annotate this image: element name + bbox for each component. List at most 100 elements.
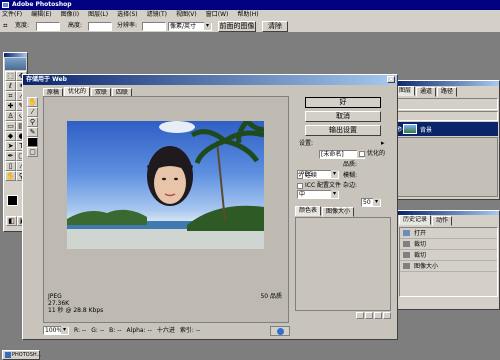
optimized-checkbox-box (359, 150, 365, 157)
menu-bar: 文件(F) 编辑(E) 图像(I) 图层(L) 选择(S) 滤镜(T) 视图(V) 窗口(W)… (0, 10, 500, 19)
pen-tool-icon[interactable]: ✒ (5, 151, 16, 161)
progressive-checkbox[interactable]: ✓ 连续 (297, 171, 317, 180)
foreground-color-swatch[interactable] (7, 195, 18, 206)
color-web-icon[interactable] (365, 312, 373, 319)
app-title: Adobe Photoshop (12, 1, 72, 8)
cancel-button[interactable]: 取消 (305, 111, 381, 122)
blur-tool-icon[interactable]: ◆ (5, 131, 16, 141)
units-select[interactable]: 像素/英寸 (168, 22, 212, 31)
height-field[interactable] (88, 22, 112, 31)
menu-file[interactable]: 文件(F) (2, 11, 22, 18)
blur-label: 模糊: (343, 172, 358, 179)
marquee-tool-icon[interactable]: ⬚ (5, 71, 16, 81)
tab-image-size[interactable]: 图像大小 (322, 207, 355, 217)
dialog-close-icon[interactable]: × (387, 76, 395, 83)
tab-history[interactable]: 历史记录 (399, 215, 432, 225)
lasso-tool-icon[interactable]: ℓ (5, 81, 16, 91)
height-label: 高度: (68, 22, 83, 29)
info-format: JPEG (48, 293, 62, 300)
dialog-eyedropper-icon[interactable]: ✎ (27, 127, 38, 137)
layer-lock-row (395, 111, 498, 121)
menu-select[interactable]: 选择(S) (117, 11, 138, 18)
options-bar: ⌗ 宽度: 高度: 分辨率: 像素/英寸 前面的图像 清除 (0, 19, 500, 33)
optimized-checkbox[interactable]: 优化的 (359, 149, 385, 158)
dialog-zoom-icon[interactable]: ⚲ (27, 117, 38, 127)
crop-icon: ⌗ (3, 21, 8, 30)
layer-thumbnail (403, 124, 417, 134)
toolbox-title (4, 53, 27, 57)
history-item[interactable]: 图像大小 (400, 261, 497, 272)
ok-button[interactable]: 好 (305, 97, 381, 108)
tab-layers[interactable]: 图层 (395, 86, 416, 96)
quality-preset-select[interactable]: 中 (297, 190, 339, 199)
dialog-status-bar: 100% R: -- G: -- B: -- Alpha: -- 十六进 索引:… (43, 326, 289, 337)
tab-channels[interactable]: 通道 (416, 87, 437, 97)
layer-name: 背景 (420, 126, 433, 134)
toolbox-logo (5, 58, 26, 70)
quality-label: 品质: (343, 161, 358, 168)
zoom-select[interactable]: 100% (43, 326, 69, 335)
notes-tool-icon[interactable]: ▯ (5, 161, 16, 171)
dialog-slice-icon[interactable]: ⁄ (27, 107, 38, 117)
menu-edit[interactable]: 编辑(E) (31, 11, 51, 18)
resolution-label: 分辨率: (117, 22, 138, 29)
save-for-web-dialog: 存储用于 Web × ✋ ⁄ ⚲ ✎ ▢ 原稿 优化的 双联 四联 JPEG 2… (22, 74, 398, 340)
layers-empty-area (395, 137, 498, 197)
color-new-icon[interactable] (374, 312, 382, 319)
menu-window[interactable]: 窗口(W) (206, 11, 229, 18)
path-select-tool-icon[interactable]: ➤ (5, 141, 16, 151)
width-field[interactable] (36, 22, 60, 31)
eraser-tool-icon[interactable]: ▭ (5, 121, 16, 131)
tab-paths[interactable]: 路径 (437, 87, 458, 97)
quality-field[interactable]: 50 (361, 198, 381, 207)
icc-profile-checkbox[interactable]: ICC 配置文件 (297, 181, 341, 190)
layer-options-row (395, 98, 498, 110)
taskbar-button[interactable]: PHOTOSH... (2, 350, 41, 360)
beach-scene (67, 121, 264, 249)
dialog-hand-icon[interactable]: ✋ (27, 97, 38, 107)
color-table-area (295, 217, 391, 311)
menu-filter[interactable]: 滤镜(T) (147, 11, 167, 18)
history-step-icon (403, 263, 410, 269)
matte-label: 杂边: (343, 182, 358, 189)
photoshop-taskbar-icon (5, 352, 11, 358)
menu-help[interactable]: 帮助(H) (237, 11, 258, 18)
preview-image (67, 121, 264, 249)
tab-color-table[interactable]: 颜色表 (295, 206, 322, 216)
menu-view[interactable]: 视图(V) (176, 11, 197, 18)
dialog-toggle-slices-icon[interactable]: ▢ (27, 147, 38, 157)
app-title-bar: Adobe Photoshop (0, 0, 500, 10)
clear-button[interactable]: 清除 (262, 21, 288, 32)
color-lock-icon[interactable] (356, 312, 364, 319)
readout-g: G: -- (91, 327, 105, 334)
layers-panel: 图层 通道 路径 👁 背景 (393, 80, 500, 200)
resolution-field[interactable] (142, 22, 166, 31)
history-item[interactable]: 打开 (400, 228, 497, 239)
dialog-title-bar: 存储用于 Web × (23, 75, 397, 85)
layer-row-background[interactable]: 👁 背景 (395, 122, 498, 136)
history-item[interactable]: 裁切 (400, 250, 497, 261)
hand-tool-icon[interactable]: ✋ (5, 171, 16, 181)
tab-actions[interactable]: 动作 (432, 216, 453, 226)
browser-preview-button[interactable] (270, 326, 290, 336)
front-image-button[interactable]: 前面的图像 (218, 21, 256, 32)
menu-image[interactable]: 图像(I) (61, 11, 79, 18)
info-size: 27.36K (48, 300, 70, 307)
info-quality: 50 品质 (260, 293, 282, 300)
stamp-tool-icon[interactable]: ♙ (5, 111, 16, 121)
quick-mask-icon[interactable]: ◧ (6, 216, 17, 226)
history-list: 打开 裁切 裁切 图像大小 (399, 227, 498, 297)
history-step-icon (403, 252, 410, 258)
history-step-icon (403, 241, 410, 247)
output-settings-button[interactable]: 输出设置 (305, 125, 381, 136)
history-item[interactable]: 裁切 (400, 239, 497, 250)
dialog-eyedropper-color-icon[interactable] (27, 137, 38, 147)
healing-tool-icon[interactable]: ✚ (5, 101, 16, 111)
settings-menu-icon[interactable]: ▸ (381, 139, 385, 147)
history-step-icon (403, 230, 410, 236)
crop-tool-icon[interactable]: ⌗ (5, 91, 16, 101)
menu-layer[interactable]: 图层(L) (88, 11, 108, 18)
color-table-panel: 颜色表 图像大小 (295, 206, 391, 327)
color-delete-icon[interactable] (383, 312, 391, 319)
readout-index: 索引: -- (179, 327, 201, 334)
